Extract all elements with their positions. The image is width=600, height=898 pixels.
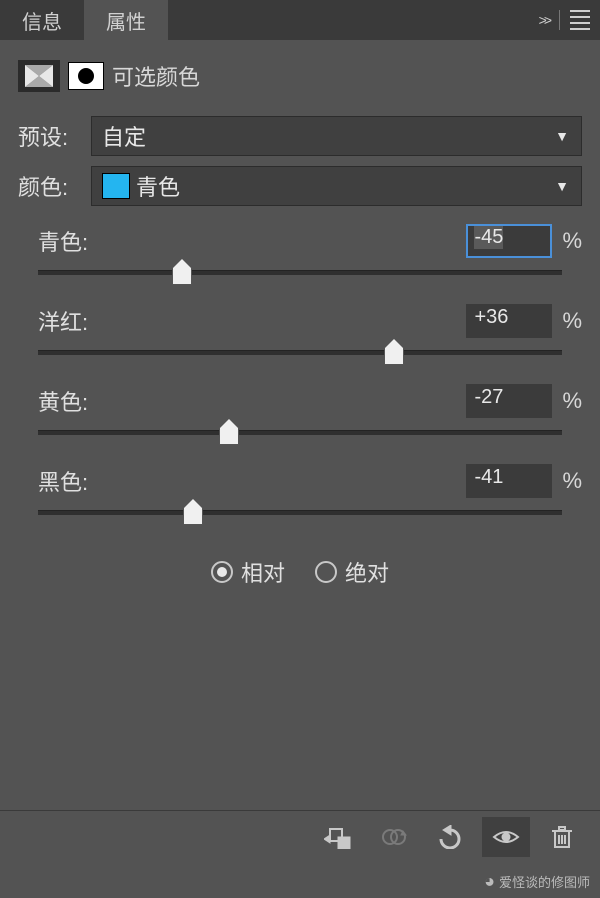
color-swatch xyxy=(102,173,130,199)
percent-label: % xyxy=(562,468,582,494)
slider-0: 青色: -45% xyxy=(18,224,582,286)
radio-label: 相对 xyxy=(241,556,285,588)
radio-icon xyxy=(211,561,233,583)
weibo-icon: ◕ xyxy=(484,871,495,892)
selective-color-icon[interactable] xyxy=(18,60,60,92)
slider-label: 黄色: xyxy=(38,385,88,417)
radio-relative[interactable]: 相对 xyxy=(211,556,285,588)
slider-value-input[interactable]: -45 xyxy=(466,224,552,258)
tab-properties[interactable]: 属性 xyxy=(84,0,168,40)
preset-value: 自定 xyxy=(102,120,146,152)
slider-label: 黑色: xyxy=(38,465,88,497)
trash-icon[interactable] xyxy=(538,817,586,857)
chevron-down-icon: ▼ xyxy=(555,178,569,194)
slider-value-input[interactable]: -41 xyxy=(466,464,552,498)
watermark: ◕ 爱怪谈的修图师 xyxy=(484,871,590,892)
slider-track[interactable] xyxy=(38,506,562,526)
slider-track[interactable] xyxy=(38,426,562,446)
colors-select[interactable]: 青色 ▼ xyxy=(91,166,582,206)
watermark-text: 爱怪谈的修图师 xyxy=(499,872,590,891)
mask-icon[interactable] xyxy=(68,62,104,90)
preset-label: 预设: xyxy=(18,120,91,152)
chevron-down-icon: ▼ xyxy=(555,128,569,144)
slider-3: 黑色: -41% xyxy=(18,464,582,526)
divider xyxy=(559,10,560,30)
collapse-icon[interactable]: >> xyxy=(539,12,549,28)
preset-select[interactable]: 自定 ▼ xyxy=(91,116,582,156)
slider-thumb[interactable] xyxy=(384,347,404,365)
panel-controls: >> xyxy=(539,10,590,30)
slider-value-input[interactable]: +36 xyxy=(466,304,552,338)
slider-2: 黄色: -27% xyxy=(18,384,582,446)
slider-track[interactable] xyxy=(38,266,562,286)
revert-icon[interactable] xyxy=(426,817,474,857)
slider-track[interactable] xyxy=(38,346,562,366)
preset-row: 预设: 自定 ▼ xyxy=(18,116,582,156)
slider-value-input[interactable]: -27 xyxy=(466,384,552,418)
slider-label: 洋红: xyxy=(38,305,88,337)
clip-to-layer-icon[interactable] xyxy=(314,817,362,857)
colors-label: 颜色: xyxy=(18,170,91,202)
colors-value: 青色 xyxy=(136,170,180,202)
sync-icon[interactable] xyxy=(370,817,418,857)
panel-toolbar xyxy=(0,810,600,862)
adjustment-title: 可选颜色 xyxy=(112,60,200,92)
slider-thumb[interactable] xyxy=(183,507,203,525)
radio-icon xyxy=(315,561,337,583)
slider-1: 洋红: +36% xyxy=(18,304,582,366)
colors-row: 颜色: 青色 ▼ xyxy=(18,166,582,206)
percent-label: % xyxy=(562,308,582,334)
percent-label: % xyxy=(562,388,582,414)
slider-label: 青色: xyxy=(38,225,88,257)
tab-info[interactable]: 信息 xyxy=(0,0,84,40)
tab-bar: 信息 属性 >> xyxy=(0,0,600,40)
percent-label: % xyxy=(562,228,582,254)
radio-absolute[interactable]: 绝对 xyxy=(315,556,389,588)
slider-thumb[interactable] xyxy=(219,427,239,445)
radio-label: 绝对 xyxy=(345,556,389,588)
panel-header: 可选颜色 xyxy=(18,60,582,92)
properties-panel: 可选颜色 预设: 自定 ▼ 颜色: 青色 ▼ 青色:-45%洋红:+36%黄色:… xyxy=(0,40,600,648)
panel-menu-icon[interactable] xyxy=(570,10,590,30)
slider-thumb[interactable] xyxy=(172,267,192,285)
method-radio-group: 相对 绝对 xyxy=(18,556,582,588)
visibility-icon[interactable] xyxy=(482,817,530,857)
